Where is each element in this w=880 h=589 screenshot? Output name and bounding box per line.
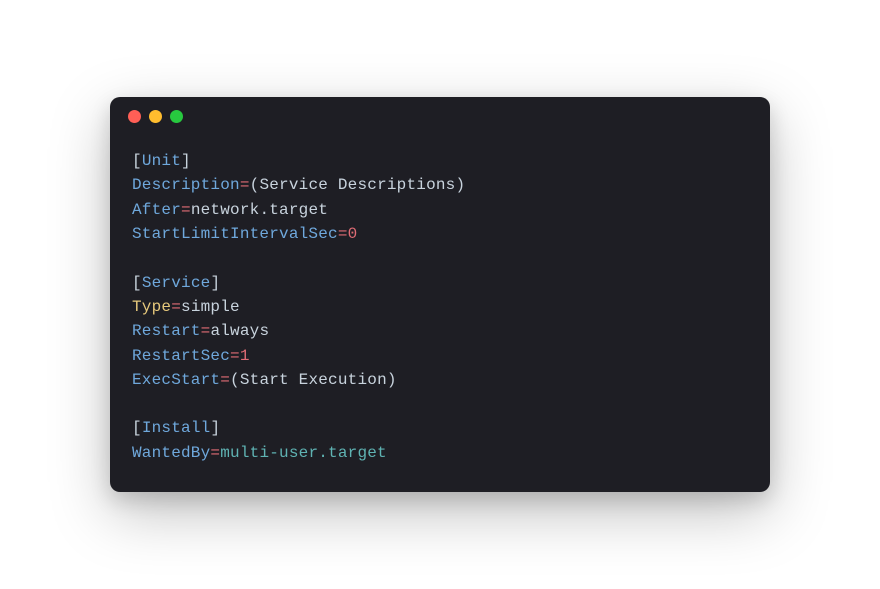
key-execstart: ExecStart bbox=[132, 371, 220, 389]
code-window: [Unit] Description=(Service Descriptions… bbox=[110, 97, 770, 492]
paren-close: ) bbox=[455, 176, 465, 194]
bracket-close: ] bbox=[210, 274, 220, 292]
equals-sign: = bbox=[181, 201, 191, 219]
key-restartsec: RestartSec bbox=[132, 347, 230, 365]
minimize-icon[interactable] bbox=[149, 110, 162, 123]
close-icon[interactable] bbox=[128, 110, 141, 123]
equals-sign: = bbox=[210, 444, 220, 462]
window-titlebar bbox=[110, 97, 770, 135]
key-startlimit: StartLimitIntervalSec bbox=[132, 225, 338, 243]
section-service: Service bbox=[142, 274, 211, 292]
code-content: [Unit] Description=(Service Descriptions… bbox=[110, 135, 770, 479]
paren-close: ) bbox=[387, 371, 397, 389]
paren-open: ( bbox=[230, 371, 240, 389]
value-restartsec: 1 bbox=[240, 347, 250, 365]
value-startlimit: 0 bbox=[348, 225, 358, 243]
value-wantedby: multi-user.target bbox=[220, 444, 387, 462]
bracket-open: [ bbox=[132, 419, 142, 437]
equals-sign: = bbox=[240, 176, 250, 194]
key-wantedby: WantedBy bbox=[132, 444, 210, 462]
equals-sign: = bbox=[201, 322, 211, 340]
equals-sign: = bbox=[338, 225, 348, 243]
bracket-close: ] bbox=[210, 419, 220, 437]
bracket-close: ] bbox=[181, 152, 191, 170]
key-restart: Restart bbox=[132, 322, 201, 340]
equals-sign: = bbox=[171, 298, 181, 316]
key-after: After bbox=[132, 201, 181, 219]
section-install: Install bbox=[142, 419, 211, 437]
key-type: Type bbox=[132, 298, 171, 316]
value-execstart: Start Execution bbox=[240, 371, 387, 389]
value-restart: always bbox=[210, 322, 269, 340]
value-after: network.target bbox=[191, 201, 328, 219]
value-type: simple bbox=[181, 298, 240, 316]
value-description: Service Descriptions bbox=[259, 176, 455, 194]
bracket-open: [ bbox=[132, 274, 142, 292]
equals-sign: = bbox=[220, 371, 230, 389]
equals-sign: = bbox=[230, 347, 240, 365]
maximize-icon[interactable] bbox=[170, 110, 183, 123]
section-unit: Unit bbox=[142, 152, 181, 170]
bracket-open: [ bbox=[132, 152, 142, 170]
key-description: Description bbox=[132, 176, 240, 194]
paren-open: ( bbox=[250, 176, 260, 194]
